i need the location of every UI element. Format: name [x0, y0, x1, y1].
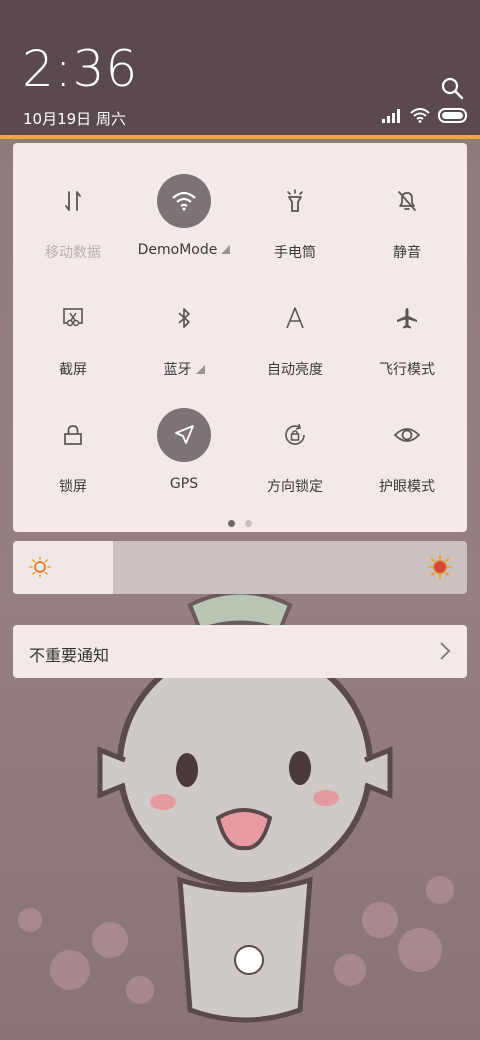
tile-eye-care[interactable]: 护眼模式 — [351, 408, 463, 518]
wifi-icon — [157, 174, 211, 228]
tile-label: 方向锁定 — [267, 479, 323, 495]
expand-triangle-icon[interactable] — [221, 245, 231, 254]
flashlight-icon — [268, 174, 322, 228]
mute-icon — [380, 174, 434, 228]
mobile-data-icon — [46, 174, 100, 228]
sun-high-icon — [428, 555, 452, 579]
tile-mute[interactable]: 静音 — [351, 174, 463, 284]
location-icon — [157, 408, 211, 462]
tile-lock-screen[interactable]: 锁屏 — [17, 408, 129, 518]
tile-gps[interactable]: GPS — [128, 408, 240, 518]
tile-label: 飞行模式 — [379, 362, 435, 378]
tile-label: 自动亮度 — [267, 362, 323, 378]
lock-icon — [46, 408, 100, 462]
page-indicator — [13, 520, 467, 527]
bluetooth-icon — [157, 291, 211, 345]
tile-label: 锁屏 — [59, 479, 87, 495]
unimportant-notifications[interactable]: 不重要通知 — [13, 625, 467, 678]
tile-wifi[interactable]: DemoMode — [128, 174, 240, 284]
tile-bluetooth[interactable]: 蓝牙 — [128, 291, 240, 401]
tile-label: 静音 — [393, 245, 421, 261]
status-icons — [382, 108, 468, 123]
tile-label: 手电筒 — [274, 245, 316, 261]
tile-mobile-data[interactable]: 移动数据 — [17, 174, 129, 284]
battery-icon — [438, 108, 467, 123]
sun-low-icon — [29, 556, 51, 578]
quick-settings-panel: 移动数据 DemoMode 手电筒 静音 截屏 蓝牙 自动亮度 飞行模式 锁屏 … — [13, 143, 467, 532]
tile-airplane[interactable]: 飞行模式 — [351, 291, 463, 401]
brightness-slider[interactable] — [13, 541, 467, 594]
accent-divider — [0, 135, 480, 139]
screenshot-icon — [46, 291, 100, 345]
tile-flashlight[interactable]: 手电筒 — [239, 174, 351, 284]
tile-label: 蓝牙 — [163, 362, 192, 378]
tile-label: DemoMode — [137, 242, 218, 258]
chevron-right-icon — [440, 642, 451, 660]
eye-icon — [380, 408, 434, 462]
auto-brightness-icon — [268, 291, 322, 345]
expand-triangle-icon[interactable] — [195, 365, 205, 374]
tile-label: 移动数据 — [45, 245, 101, 261]
rotation-lock-icon — [268, 408, 322, 462]
clock[interactable]: 2:36 — [22, 44, 138, 94]
wifi-icon — [410, 108, 430, 123]
tile-rotation-lock[interactable]: 方向锁定 — [239, 408, 351, 518]
tile-auto-brightness[interactable]: 自动亮度 — [239, 291, 351, 401]
page-dot[interactable] — [245, 520, 252, 527]
tile-screenshot[interactable]: 截屏 — [17, 291, 129, 401]
signal-icon — [382, 108, 400, 123]
date[interactable]: 10月19日 周六 — [23, 108, 126, 129]
search-icon[interactable] — [440, 76, 464, 100]
tile-label: 截屏 — [59, 362, 87, 378]
tile-label: 护眼模式 — [379, 479, 435, 495]
notification-label: 不重要通知 — [29, 646, 110, 665]
airplane-icon — [380, 291, 434, 345]
tile-label: GPS — [169, 476, 199, 492]
page-dot-active[interactable] — [228, 520, 235, 527]
